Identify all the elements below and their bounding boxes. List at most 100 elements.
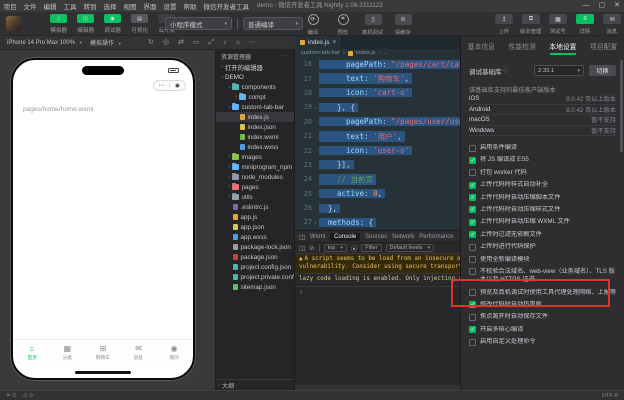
console-prompt-row[interactable]: › [295,287,460,298]
project-action-button-测试号[interactable]: ▦ [549,14,567,24]
console-tab-Sources[interactable]: Sources [365,234,387,240]
checkbox-unchecked-icon[interactable] [469,144,476,152]
menu-item[interactable]: 选择 [100,1,120,11]
tree-item-pages[interactable]: › pages [216,182,294,192]
base-library-select[interactable]: 2.33.1 ▾ [534,65,584,76]
checkbox-unchecked-icon[interactable] [469,169,476,177]
setting-checkbox-上传代码时样式自[interactable]: 上传代码时样式自动补全 [469,181,616,189]
toggle-button-模拟器[interactable]: ▯ [50,14,67,23]
setting-checkbox-不校验合法域名、[interactable]: 不校验合法域名、web-view（业务域名）、TLS 版本以及 HTTPS 证书 [469,268,616,284]
setting-checkbox-焦点离开时自动保[interactable]: 焦点离开时自动保存文件 [469,313,616,321]
tree-item-sitemap.json[interactable]: sitemap.json [216,282,294,292]
menu-item[interactable]: 视图 [120,1,140,11]
frame-select[interactable]: top ▾ [323,244,347,252]
setting-checkbox-上传代码时自动压[interactable]: 上传代码时自动压缩样式文件 [469,206,616,214]
phone-tab-消息[interactable]: ✉ 消息 [121,340,157,365]
tree-item-custom-tab-bar[interactable]: › custom-tab-bar [216,102,294,112]
tree-item-app.json[interactable]: app.json [216,222,294,232]
setting-checkbox-启用条件编译[interactable]: 启用条件编译 [469,144,616,152]
details-tab-项目配置[interactable]: 项目配置 [583,41,624,55]
filter-input[interactable]: Filter [361,244,382,252]
tree-item-打开的编辑器[interactable]: › 打开的编辑器 [216,62,294,72]
mode-select[interactable]: 小程序模式 ▾ [165,17,232,30]
menu-item[interactable]: 设置 [160,1,180,11]
setting-checkbox-使用全新编译模块[interactable]: 使用全新编译模块 [469,256,616,264]
setting-checkbox-打包 worke[interactable]: 打包 worker 代码 [469,169,616,177]
menu-item[interactable]: 工具 [60,1,80,11]
project-action-button-上传[interactable]: ↥ [495,14,513,24]
tree-item-project.private.config.jso[interactable]: project.private.config.jso [216,272,294,282]
setting-checkbox-上传代码时自动压[interactable]: 上传代码时自动压缩 WXML 文件 [469,218,616,226]
record-icon[interactable]: ◎ [163,36,169,50]
more-icon[interactable]: ⋯ [154,81,169,91]
tree-item-app.wxss[interactable]: app.wxss [216,232,294,242]
outline-section[interactable]: › 大纲 [216,379,294,390]
tree-item-index.js[interactable]: index.js [216,112,294,122]
checkbox-unchecked-icon[interactable] [469,243,476,251]
checkbox-checked-icon[interactable] [469,301,476,309]
breadcrumb-item[interactable]: custom-tab-bar [301,50,340,56]
checkbox-unchecked-icon[interactable] [469,289,476,296]
log-levels-select[interactable]: Default levels ▾ [385,244,435,252]
phone-tab-分类[interactable]: ▦ 分类 [50,340,86,365]
checkbox-checked-icon[interactable] [469,206,476,214]
screenshot-icon[interactable]: ▭ [193,36,200,50]
code-area[interactable]: 16 pagePath: "/pages/cart/cart 17 text: '购物… [295,57,460,230]
tree-item-index.json[interactable]: index.json [216,122,294,132]
console-tab-Performance[interactable]: Performance [419,234,453,240]
setting-checkbox-上传时进行代码保[interactable]: 上传时进行代码保护 [469,243,616,251]
fold-icon[interactable]: ⌄ [312,104,319,110]
setting-checkbox-修改代码时自动热[interactable]: 修改代码时自动热重载 [469,301,616,309]
menu-item[interactable]: 帮助 [180,1,200,11]
filter-icon[interactable]: ⦿ [351,243,358,253]
setting-checkbox-预览及真机调试时[interactable]: 预览及真机调试时使用工具代理处理网络、上报等 JS/W [469,289,616,297]
checkbox-unchecked-icon[interactable] [469,256,476,264]
miniprogram-capsule[interactable]: ⋯ ◉ [153,80,186,91]
console-tab-Network[interactable]: Network [392,234,414,240]
checkbox-checked-icon[interactable] [469,194,476,202]
tree-item-.eslintrc.js[interactable]: .eslintrc.js [216,202,294,212]
project-action-button-详情[interactable]: ≡ [576,14,594,24]
tree-item-images[interactable]: › images [216,152,294,162]
fold-icon[interactable]: ⌄ [312,219,319,225]
checkbox-checked-icon[interactable] [469,326,476,334]
clear-console-icon[interactable]: ⊘ [309,244,314,252]
checkbox-checked-icon[interactable] [469,156,476,164]
tree-item-compt[interactable]: › compt [216,92,294,102]
checkbox-checked-icon[interactable] [469,231,476,239]
tree-item-utils[interactable]: › utils [216,192,294,202]
details-tab-本地设置[interactable]: 本地设置 [543,41,584,55]
checkbox-unchecked-icon[interactable] [469,268,476,276]
action-button-预览[interactable]: ⌗ [337,14,349,25]
details-tab-基本信息[interactable]: 基本信息 [461,41,502,55]
phone-tab-购物车[interactable]: ⊞ 购物车 [85,340,121,365]
close-icon[interactable]: ✕ [614,0,620,12]
toggle-button-编辑器[interactable]: ◫ [77,14,94,23]
checkbox-unchecked-icon[interactable] [469,313,476,321]
info-icon[interactable]: ⓘ [504,67,509,74]
more-icon[interactable]: ⋯ [249,36,256,50]
scrollbar[interactable] [620,60,623,152]
console-sidebar-icon[interactable]: ◫ [299,244,305,252]
details-tab-性能检测[interactable]: 性能检测 [502,41,543,55]
close-icon[interactable]: × [332,39,336,46]
exit-icon[interactable]: ◉ [170,81,185,91]
toggle-button-可视化[interactable]: ▤ [131,14,148,23]
minimize-icon[interactable]: — [583,0,590,12]
tree-item-node_modules[interactable]: › node_modules [216,172,294,182]
tree-item-project.config.json[interactable]: project.config.json [216,262,294,272]
checkbox-checked-icon[interactable] [469,181,476,189]
setting-checkbox-上传时过滤无依赖[interactable]: 上传时过滤无依赖文件 [469,231,616,239]
tree-item-miniprogram_npm[interactable]: › miniprogram_npm [216,162,294,172]
menu-item[interactable]: 编辑 [40,1,60,11]
tree-item-DEMO[interactable]: › DEMO [216,72,294,82]
sound-icon[interactable]: ♪ [223,36,227,50]
action-button-编译[interactable]: ⟳ [307,14,319,25]
maximize-icon[interactable]: ▢ [599,0,606,12]
breadcrumb-item[interactable]: … [384,50,390,56]
more-actions-icon[interactable]: ··· [280,53,289,59]
device-select[interactable]: iPhone 14 Pro Max 100% ▾ [7,40,82,46]
phone-tab-我的[interactable]: ◉ 我的 [156,340,192,365]
compile-mode-select[interactable]: 普通编译 ▾ [243,17,303,30]
panel-icon[interactable]: ◫ [299,233,305,241]
